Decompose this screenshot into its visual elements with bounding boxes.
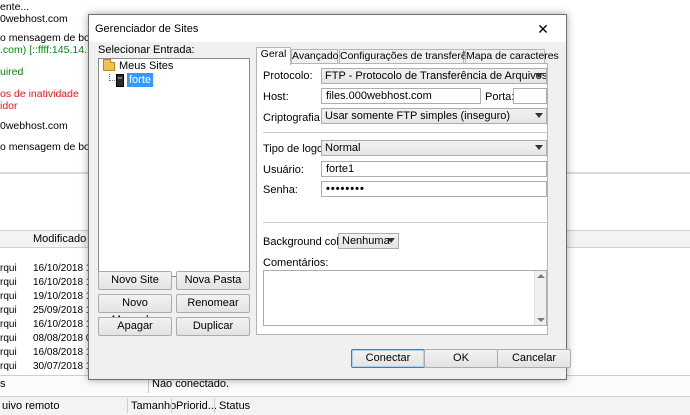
queue-header <box>0 396 690 415</box>
duplicate-button[interactable]: Duplicar <box>176 317 250 336</box>
user-label: Usuário: <box>263 164 304 176</box>
host-field[interactable]: files.000webhost.com <box>321 88 481 104</box>
logon-type-value: Normal <box>325 142 361 154</box>
column-header-size[interactable]: Tamanho <box>131 400 176 412</box>
site-tree[interactable]: Meus Sites forte <box>98 58 250 277</box>
new-folder-button[interactable]: Nova Pasta <box>176 271 250 290</box>
logon-type-select[interactable]: Normal <box>321 140 547 156</box>
user-field[interactable]: forte1 <box>321 161 547 177</box>
chevron-down-icon <box>535 113 543 118</box>
separator <box>263 132 547 133</box>
delete-button[interactable]: Apagar <box>98 317 172 336</box>
port-field[interactable] <box>513 88 547 104</box>
password-label: Senha: <box>263 184 298 196</box>
dialog-title: Gerenciador de Sites <box>95 23 199 35</box>
background-color-select[interactable]: Nenhuma <box>338 233 399 249</box>
background-color-value: Nenhuma <box>342 235 390 247</box>
scroll-down-icon[interactable] <box>537 318 545 322</box>
scroll-up-icon[interactable] <box>537 274 545 278</box>
log-line: idor <box>0 100 18 112</box>
status-left-text: s <box>0 378 6 390</box>
connect-button[interactable]: Conectar <box>351 349 425 368</box>
tab-charset[interactable]: Mapa de caracteres <box>465 49 559 64</box>
ok-button[interactable]: OK <box>424 349 498 368</box>
host-label: Host: <box>263 91 289 103</box>
column-header-status[interactable]: Status <box>219 400 250 412</box>
encryption-value: Usar somente FTP simples (inseguro) <box>325 110 511 122</box>
protocol-select[interactable]: FTP - Protocolo de Transferência de Arqu… <box>321 68 547 84</box>
comments-scrollbar[interactable] <box>534 271 546 325</box>
chevron-down-icon <box>535 145 543 150</box>
chevron-down-icon <box>535 73 543 78</box>
comments-textarea[interactable] <box>263 270 547 326</box>
column-divider[interactable] <box>171 398 172 413</box>
log-line: 0webhost.com <box>0 13 68 25</box>
log-line: 0webhost.com <box>0 120 68 132</box>
log-line: os de inatividade <box>0 88 79 100</box>
separator <box>263 222 547 223</box>
port-label: Porta: <box>485 91 515 103</box>
password-value: •••••••• <box>326 183 365 195</box>
encryption-select[interactable]: Usar somente FTP simples (inseguro) <box>321 108 547 124</box>
column-header-remote-file[interactable]: uivo remoto <box>2 400 59 412</box>
column-header-priority[interactable]: Priorid... <box>176 400 217 412</box>
encryption-label: Criptografia <box>263 112 320 124</box>
close-icon[interactable]: ✕ <box>530 20 556 38</box>
server-icon <box>116 74 124 87</box>
new-bookmark-button[interactable]: Novo Marcador <box>98 294 172 326</box>
tree-item-forte[interactable]: forte <box>127 73 154 87</box>
chevron-down-icon <box>387 238 395 243</box>
log-line: ente... <box>0 1 30 13</box>
rename-button[interactable]: Renomear <box>176 294 250 313</box>
protocol-value: FTP - Protocolo de Transferência de Arqu… <box>325 70 547 82</box>
tab-transfer-settings[interactable]: Configurações de transferência <box>339 49 486 64</box>
cancel-button[interactable]: Cancelar <box>497 349 571 368</box>
column-divider[interactable] <box>214 398 215 413</box>
log-line: uired <box>0 66 24 78</box>
new-site-button[interactable]: Novo Site <box>98 271 172 290</box>
comments-label: Comentários: <box>263 257 329 269</box>
column-header-modified[interactable]: Modificado <box>33 233 86 245</box>
dialog-titlebar[interactable]: Gerenciador de Sites ✕ <box>89 15 566 42</box>
column-divider[interactable] <box>127 398 128 413</box>
site-manager-dialog: Gerenciador de Sites ✕ Selecionar Entrad… <box>88 14 571 380</box>
tree-item-label: Meus Sites <box>119 60 174 72</box>
protocol-label: Protocolo: <box>263 70 313 82</box>
select-entry-label: Selecionar Entrada: <box>98 44 195 56</box>
tab-avancado[interactable]: Avançado <box>291 49 339 64</box>
tab-geral[interactable]: Geral <box>256 47 291 65</box>
tree-connector <box>109 80 115 81</box>
folder-icon <box>103 59 115 71</box>
password-field[interactable]: •••••••• <box>321 181 547 197</box>
